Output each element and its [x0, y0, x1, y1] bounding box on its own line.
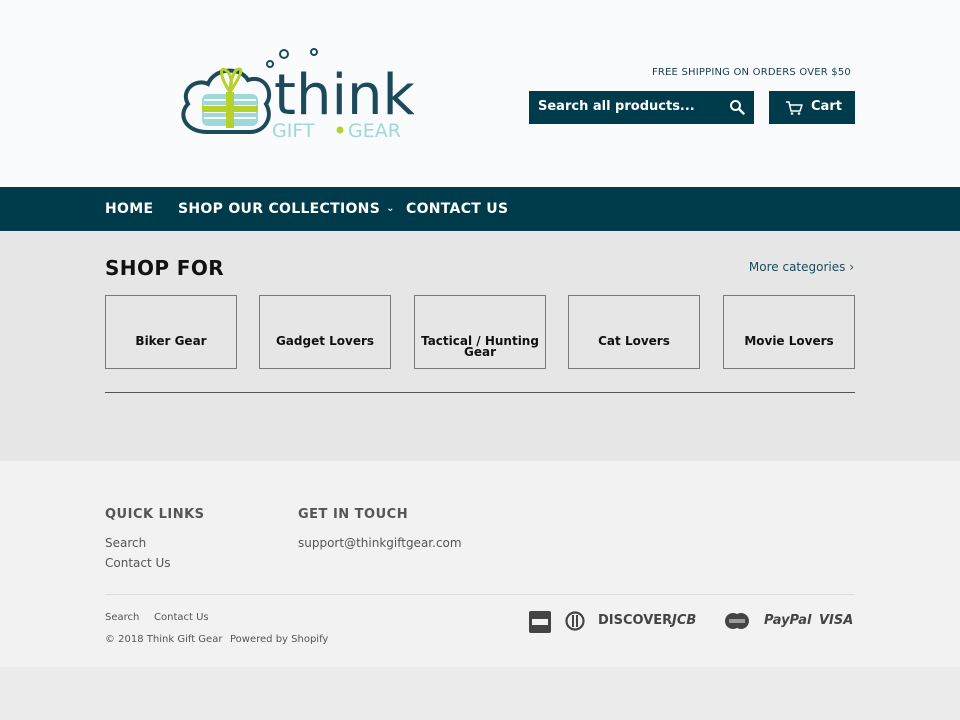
- main-nav: HOME SHOP OUR COLLECTIONS ⌄ CONTACT US: [0, 187, 960, 231]
- american-express-icon: [529, 611, 551, 633]
- divider: [105, 392, 855, 393]
- bottom-link-contact[interactable]: Contact Us: [154, 612, 209, 623]
- category-card-biker-gear[interactable]: Biker Gear: [105, 295, 237, 369]
- category-card-cat-lovers[interactable]: Cat Lovers: [568, 295, 700, 369]
- nav-item-label: SHOP OUR COLLECTIONS: [178, 201, 381, 217]
- category-label: Tactical / Hunting Gear: [421, 334, 539, 359]
- search-placeholder: Search all products...: [538, 99, 695, 114]
- jcb-icon: JCB: [672, 613, 697, 628]
- logo-graphic: think GIFT GEAR: [181, 48, 414, 142]
- nav-item-contact[interactable]: CONTACT US: [406, 201, 508, 217]
- logo-tagline-left: GIFT: [272, 120, 315, 142]
- section-title: SHOP FOR: [105, 256, 225, 280]
- nav-item-shop-collections[interactable]: SHOP OUR COLLECTIONS ⌄: [178, 201, 395, 217]
- category-card-gadget-lovers[interactable]: Gadget Lovers: [259, 295, 391, 369]
- search-icon[interactable]: [729, 99, 745, 115]
- search-input[interactable]: Search all products...: [529, 91, 754, 124]
- site-footer: QUICK LINKS Search Contact Us GET IN TOU…: [0, 461, 960, 667]
- cart-icon: [786, 101, 803, 115]
- footer-link-search[interactable]: Search: [105, 536, 146, 550]
- diners-club-icon: [565, 611, 585, 631]
- category-label: Movie Lovers: [744, 334, 834, 348]
- support-email-link[interactable]: support@thinkgiftgear.com: [298, 536, 462, 550]
- discover-icon: DISCOVER: [598, 613, 673, 628]
- powered-by-link[interactable]: Powered by Shopify: [230, 634, 328, 645]
- category-label: Biker Gear: [135, 334, 207, 348]
- nav-item-home[interactable]: HOME: [105, 201, 153, 217]
- site-header: think GIFT GEAR FREE SHIPPING ON ORDERS …: [0, 0, 960, 187]
- nav-item-label: CONTACT US: [406, 201, 509, 217]
- logo-tagline-right: GEAR: [348, 120, 401, 142]
- cart-label: Cart: [811, 99, 842, 114]
- divider: [105, 594, 855, 595]
- bottom-link-search[interactable]: Search: [105, 612, 139, 623]
- get-in-touch-heading: GET IN TOUCH: [298, 507, 409, 522]
- more-categories-link[interactable]: More categories ›: [749, 260, 854, 274]
- paypal-icon: PayPal: [764, 613, 812, 628]
- category-card-tactical-hunting[interactable]: Tactical / Hunting Gear: [414, 295, 546, 369]
- logo-wordmark: think: [274, 63, 414, 128]
- chevron-down-icon: ⌄: [386, 203, 395, 214]
- mastercard-icon: [723, 611, 751, 631]
- category-label: Cat Lovers: [598, 334, 670, 348]
- copyright-text: © 2018 Think Gift Gear: [105, 634, 223, 645]
- nav-item-label: HOME: [105, 201, 154, 217]
- quick-links-heading: QUICK LINKS: [105, 507, 205, 522]
- free-shipping-note: FREE SHIPPING ON ORDERS OVER $50: [651, 67, 851, 78]
- category-card-movie-lovers[interactable]: Movie Lovers: [723, 295, 855, 369]
- category-label: Gadget Lovers: [275, 334, 375, 348]
- main-content: SHOP FOR More categories › Biker Gear Ga…: [0, 231, 960, 461]
- site-logo[interactable]: think GIFT GEAR: [174, 44, 414, 144]
- visa-icon: VISA: [819, 613, 854, 628]
- cart-button[interactable]: Cart: [769, 91, 855, 124]
- footer-link-contact[interactable]: Contact Us: [105, 556, 171, 570]
